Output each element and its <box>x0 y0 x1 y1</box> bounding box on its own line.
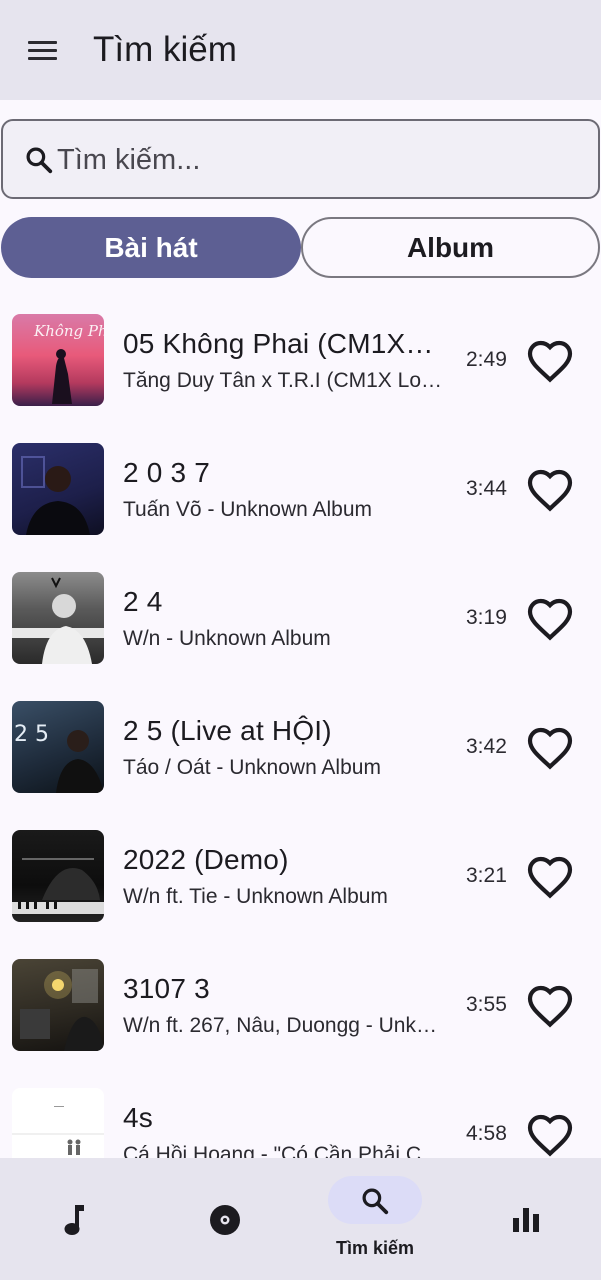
search-icon <box>362 1188 389 1215</box>
cover-lettering: 2 5 <box>14 722 49 747</box>
heart-icon[interactable] <box>526 339 574 383</box>
song-title: 2 0 3 7 <box>123 457 211 488</box>
cover-lettering: Không Phai <box>33 322 104 340</box>
song-list[interactable]: Không Phai 05 Không Phai (CM1X Lofi) Tăn… <box>0 296 601 1158</box>
song-artist-album: Cá Hồi Hoang - "Có Cần Phải Chia Tay" <box>123 1143 447 1158</box>
tab-songs[interactable]: Bài hát <box>1 217 301 278</box>
song-row[interactable]: 2 4 W/n - Unknown Album 3:19 <box>0 554 601 683</box>
song-duration: 3:44 <box>466 477 507 500</box>
music-note-icon <box>64 1205 84 1235</box>
album-cover: Không Phai <box>12 314 104 406</box>
song-title: 3107 3 <box>123 973 210 1004</box>
top-app-bar: Tìm kiếm <box>0 0 601 100</box>
heart-icon[interactable] <box>526 468 574 512</box>
song-artist-album: Tăng Duy Tân x T.R.I (CM1X Lofi) - Unkno… <box>123 369 447 392</box>
song-duration: 3:55 <box>466 993 507 1016</box>
album-cover: 2 5 <box>12 701 104 793</box>
song-duration: 4:58 <box>466 1122 507 1145</box>
heart-icon[interactable] <box>526 1113 574 1157</box>
heart-icon[interactable] <box>526 726 574 770</box>
tab-album[interactable]: Album <box>301 217 600 278</box>
album-disc-icon <box>210 1205 240 1235</box>
album-cover <box>12 572 104 664</box>
menu-icon[interactable] <box>26 38 60 64</box>
song-title: 4s <box>123 1102 153 1133</box>
nav-item-albums[interactable] <box>150 1158 300 1280</box>
search-field[interactable] <box>1 119 600 199</box>
song-title: 2 5 (Live at HỘI) <box>123 715 332 746</box>
song-duration: 3:19 <box>466 606 507 629</box>
nav-item-stats[interactable] <box>450 1158 600 1280</box>
nav-item-songs[interactable] <box>0 1158 150 1280</box>
song-row[interactable]: 2 0 3 7 Tuấn Võ - Unknown Album 3:44 <box>0 425 601 554</box>
heart-icon[interactable] <box>526 855 574 899</box>
song-title: 05 Không Phai (CM1X Lofi) <box>123 328 441 359</box>
song-duration: 3:21 <box>466 864 507 887</box>
song-artist-album: Tuấn Võ - Unknown Album <box>123 498 373 521</box>
page-title: Tìm kiếm <box>93 30 237 69</box>
heart-icon[interactable] <box>526 597 574 641</box>
bar-chart-icon <box>513 1208 539 1232</box>
song-artist-album: Táo / Oát - Unknown Album <box>123 756 381 779</box>
song-row[interactable]: Không Phai 05 Không Phai (CM1X Lofi) Tăn… <box>0 296 601 425</box>
tab-songs-label: Bài hát <box>104 231 198 263</box>
song-row[interactable]: 2 5 2 5 (Live at HỘI) Táo / Oát - Unknow… <box>0 683 601 812</box>
song-title: 2 4 <box>123 586 163 617</box>
album-cover <box>12 830 104 922</box>
search-icon <box>26 147 53 174</box>
album-cover <box>12 443 104 535</box>
nav-item-search-label: Tìm kiếm <box>335 1238 415 1258</box>
nav-item-search[interactable] <box>300 1158 450 1280</box>
song-duration: 3:42 <box>466 735 507 758</box>
song-artist-album: W/n - Unknown Album <box>123 627 331 650</box>
song-row[interactable]: 4s Cá Hồi Hoang - "Có Cần Phải Chia Tay"… <box>0 1070 601 1158</box>
song-title: 2022 (Demo) <box>123 844 289 875</box>
song-duration: 2:49 <box>466 348 507 371</box>
search-input[interactable] <box>57 139 557 181</box>
tab-album-label: Album <box>406 231 495 263</box>
song-artist-album: W/n ft. Tie - Unknown Album <box>123 885 388 908</box>
song-row[interactable]: 2022 (Demo) W/n ft. Tie - Unknown Album … <box>0 812 601 941</box>
album-cover <box>12 959 104 1051</box>
album-cover <box>12 1088 104 1158</box>
heart-icon[interactable] <box>526 984 574 1028</box>
song-artist-album: W/n ft. 267, Nâu, Duongg - Unknown Album <box>123 1014 447 1037</box>
bottom-navigation: Tìm kiếm <box>0 1158 601 1280</box>
song-row[interactable]: 3107 3 W/n ft. 267, Nâu, Duongg - Unknow… <box>0 941 601 1070</box>
